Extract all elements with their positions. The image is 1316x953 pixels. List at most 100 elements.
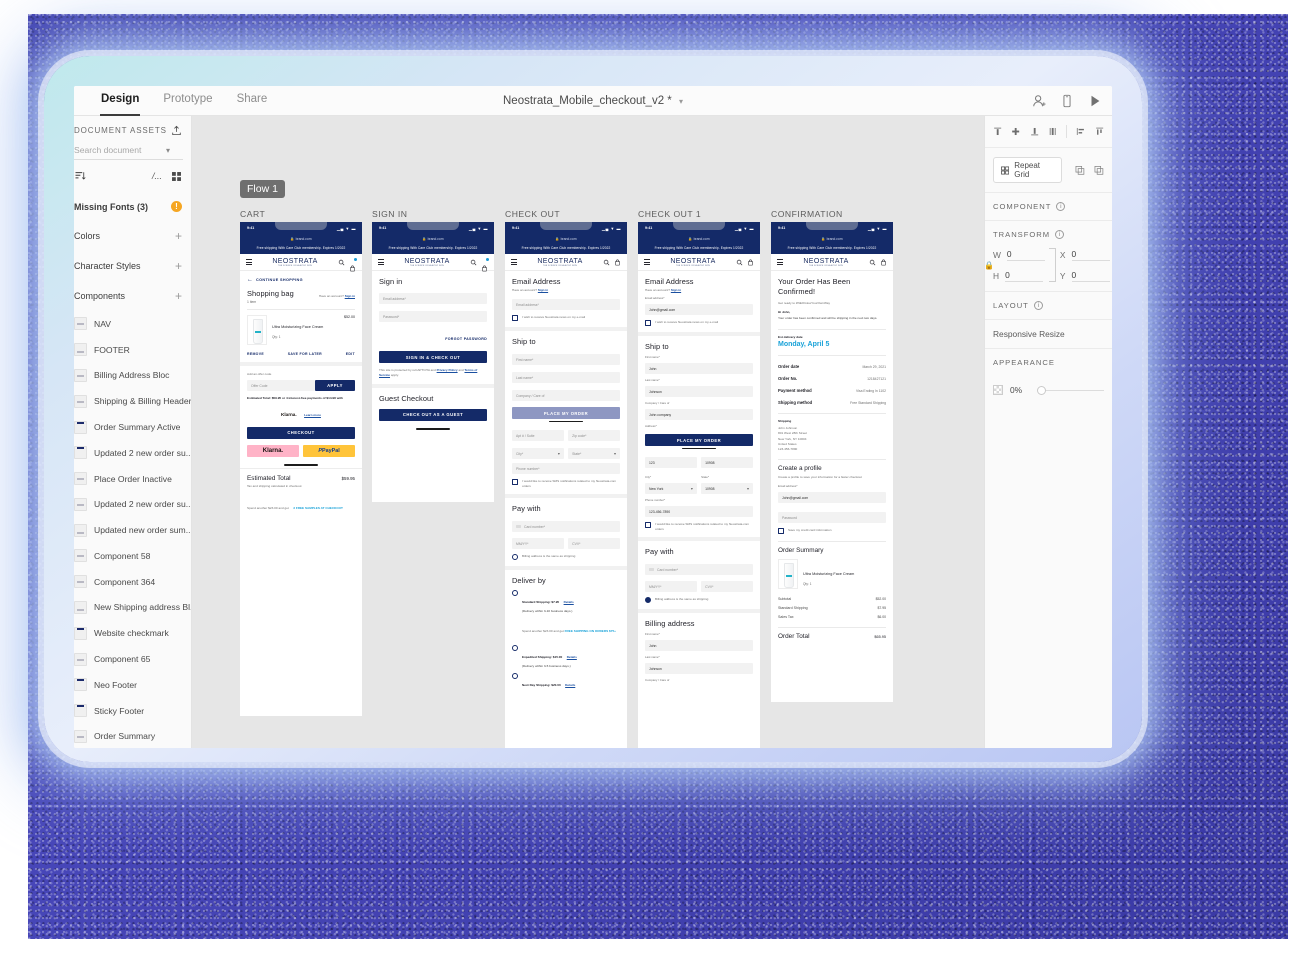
apt-input[interactable]: Apt # / Suite <box>512 430 564 441</box>
lock-icon[interactable]: 🔒 <box>984 261 994 270</box>
remove-button[interactable]: REMOVE <box>247 352 264 356</box>
component-list-item[interactable]: Website checkmark <box>74 620 191 646</box>
browser-url-bar[interactable]: 🔒 brand.com <box>240 234 362 243</box>
cvv-input[interactable]: CVV* <box>568 538 620 550</box>
newsletter-checkbox[interactable] <box>512 315 518 321</box>
width-value[interactable]: 0 <box>1006 249 1045 261</box>
email-input[interactable]: Email address* <box>379 293 487 304</box>
card-number-input[interactable]: Card number* <box>645 564 753 576</box>
chevron-down-icon[interactable]: ▾ <box>166 146 170 155</box>
brand-logo[interactable]: NEOSTRATA THE SCIENCE OF HEALTHY SKIN <box>388 258 466 267</box>
component-list-item[interactable]: Updated new order sum... <box>74 517 191 543</box>
component-list-item[interactable]: Shipping & Billing Header <box>74 388 191 414</box>
hamburger-menu-icon[interactable] <box>511 257 517 266</box>
flow-badge[interactable]: Flow 1 <box>240 180 285 198</box>
board-label-checkout[interactable]: CHECK OUT <box>505 209 560 219</box>
sign-in-link[interactable]: Sign in <box>345 294 355 298</box>
privacy-policy-link[interactable]: Privacy Policy <box>437 368 458 372</box>
distribute-horizontal-icon[interactable] <box>1076 126 1085 137</box>
klarna-pay-button[interactable]: Klarna. <box>247 444 299 457</box>
company-input[interactable]: Company / Care of <box>512 390 620 401</box>
zip-input[interactable]: 10908 <box>701 457 753 468</box>
hamburger-menu-icon[interactable] <box>644 257 650 266</box>
phone-input[interactable]: Phone number* <box>512 463 620 474</box>
board-label-cart[interactable]: CART <box>240 209 265 219</box>
city-select[interactable]: City* ▾ <box>512 448 564 459</box>
billing-same-option[interactable]: Billing address is the same as shipping <box>645 597 753 604</box>
state-select[interactable]: 10908 ▾ <box>701 483 753 494</box>
add-component-icon[interactable]: + <box>175 290 182 302</box>
search-icon[interactable] <box>470 259 477 266</box>
component-list-item[interactable]: FOOTER <box>74 337 191 363</box>
brand-logo[interactable]: NEOSTRATA THE SCIENCE OF HEALTHY SKIN <box>787 258 865 267</box>
x-field[interactable]: X 0 <box>1060 249 1110 261</box>
cvv-input[interactable]: CVV* <box>701 581 753 593</box>
component-list-item[interactable]: NAV <box>74 311 191 337</box>
save-card-option[interactable]: Save my credit card information <box>778 528 886 535</box>
first-name-input[interactable]: John <box>645 363 753 374</box>
opacity-value[interactable]: 0% <box>1010 385 1034 395</box>
shipping-option[interactable]: Expedited Shipping: $15.00 Details (Deli… <box>512 645 620 668</box>
aspect-lock-control[interactable] <box>1048 248 1056 282</box>
tab-prototype[interactable]: Prototype <box>162 86 213 116</box>
guest-checkout-button[interactable]: CHECK OUT AS A GUEST <box>379 408 487 421</box>
shipping-details-link[interactable]: Details <box>567 655 577 659</box>
newsletter-option[interactable]: I wish to receive Neostrata news on my e… <box>645 320 753 326</box>
free-samples-link[interactable]: 3 FREE SAMPLES AT CHECKOUT <box>293 506 343 510</box>
chevron-down-icon[interactable]: ▾ <box>679 97 683 106</box>
shipping-details-link[interactable]: Details <box>564 600 574 604</box>
y-value[interactable]: 0 <box>1071 270 1110 282</box>
component-list-item[interactable]: Place Order Inactive <box>74 466 191 492</box>
align-horizontal-center-icon[interactable] <box>1048 126 1057 137</box>
place-order-button[interactable]: PLACE MY ORDER <box>512 407 620 419</box>
shipping-option-radio[interactable] <box>512 673 518 680</box>
save-card-checkbox[interactable] <box>778 528 784 535</box>
browser-url-bar[interactable]: 🔒 brand.com <box>638 234 760 243</box>
colors-section[interactable]: Colors + <box>74 221 191 251</box>
sms-checkbox[interactable] <box>645 522 651 528</box>
apply-offer-button[interactable]: APPLY <box>315 380 355 391</box>
brand-logo[interactable]: NEOSTRATA THE SCIENCE OF HEALTHY SKIN <box>654 258 732 267</box>
sms-checkbox[interactable] <box>512 479 518 485</box>
search-document-field[interactable]: ▾ <box>74 143 183 160</box>
brand-logo[interactable]: NEOSTRATA THE SCIENCE OF HEALTHY SKIN <box>521 258 599 267</box>
company-input[interactable]: John company <box>645 409 753 420</box>
cart-icon[interactable] <box>747 259 754 266</box>
newsletter-option[interactable]: I wish to receive Neostrata news on my e… <box>512 315 620 321</box>
search-icon[interactable] <box>338 259 345 266</box>
device-preview-icon[interactable] <box>1060 94 1074 108</box>
billing-same-option[interactable]: Billing address is the same as shipping <box>512 554 620 561</box>
sms-option[interactable]: I would like to receive SMS notification… <box>645 522 753 531</box>
profile-email-input[interactable]: John@gmail.com <box>778 492 886 504</box>
board-label-signin[interactable]: SIGN IN <box>372 209 408 219</box>
responsive-resize-row[interactable]: Responsive Resize <box>985 320 1112 349</box>
cart-icon[interactable] <box>614 259 621 266</box>
password-input[interactable]: Password* <box>379 311 487 322</box>
billing-same-radio[interactable] <box>512 554 518 561</box>
components-section[interactable]: Components + <box>74 281 191 311</box>
info-icon[interactable]: i <box>1033 301 1043 310</box>
play-preview-icon[interactable] <box>1088 94 1102 108</box>
copy-icon[interactable] <box>1075 165 1085 176</box>
hamburger-menu-icon[interactable] <box>378 257 384 266</box>
align-vertical-center-icon[interactable] <box>1011 126 1020 137</box>
offer-code-input[interactable]: Offer Code <box>247 380 315 391</box>
add-character-style-icon[interactable]: + <box>175 260 182 272</box>
newsletter-checkbox[interactable] <box>645 320 651 326</box>
artboard-signin[interactable]: 9:41 ▁▄ ▼ ▬ 🔒 brand.com Free shipping Wi… <box>372 222 494 502</box>
component-list-item[interactable]: Component 58 <box>74 543 191 569</box>
first-name-input[interactable]: First name* <box>512 354 620 365</box>
component-list-item[interactable]: Sticky Footer <box>74 698 191 724</box>
shipping-details-link[interactable]: Details <box>565 683 575 687</box>
component-list-item[interactable]: Order Summary Active <box>74 414 191 440</box>
sign-in-link[interactable]: Sign in <box>538 288 548 292</box>
checkout-button[interactable]: CHECKOUT <box>247 426 355 439</box>
back-arrow-icon[interactable]: ← <box>247 277 253 283</box>
opacity-slider[interactable] <box>1037 385 1104 395</box>
artboard-cart[interactable]: 9:41 ▁▄ ▼ ▬ 🔒 brand.com Free shipping Wi… <box>240 222 362 716</box>
sort-icon[interactable] <box>74 170 86 182</box>
browser-url-bar[interactable]: 🔒 brand.com <box>372 234 494 243</box>
profile-password-input[interactable]: Password <box>778 512 886 524</box>
email-input[interactable]: Email address* <box>512 299 620 310</box>
search-input[interactable] <box>74 145 162 155</box>
